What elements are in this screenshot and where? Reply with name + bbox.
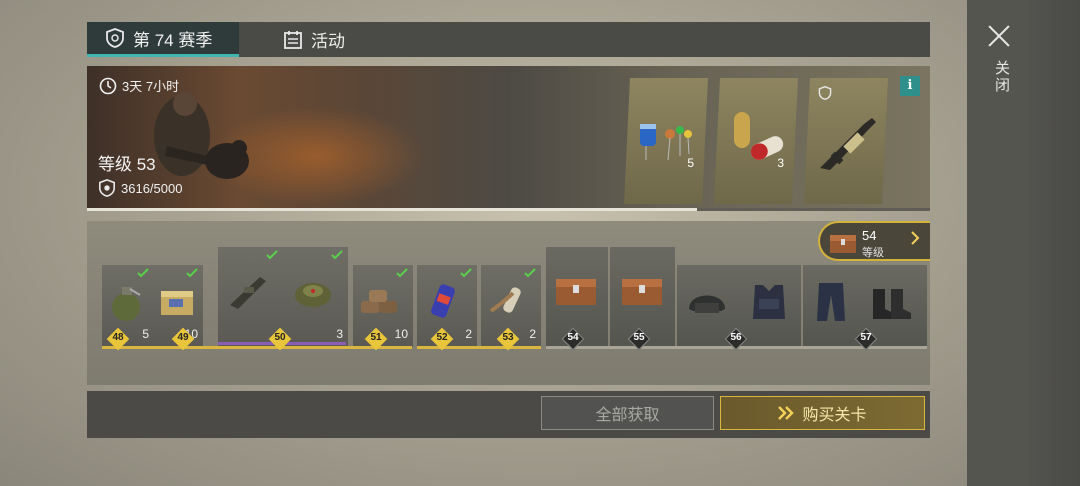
tactical-vest-icon [753, 285, 785, 319]
reward-qty: 3 [777, 156, 784, 170]
clock-icon [99, 77, 117, 94]
reward-track: 54 等级 5 10 3 10 2 2 48 49 50 51 52 53 54… [87, 221, 930, 385]
check-icon [266, 250, 278, 260]
check-icon [331, 250, 343, 260]
level-marker: 54 [561, 327, 585, 351]
footer-bar: 全部获取 购买关卡 [87, 391, 930, 438]
tab-season-label: 第 74 赛季 [133, 30, 213, 50]
tab-activity[interactable]: 活动 [283, 22, 345, 57]
next-level-number: 54 [862, 228, 877, 243]
item-qty: 2 [465, 327, 472, 341]
banner-reward-card[interactable] [804, 78, 888, 204]
season-banner: 3天 7小时 等级 53 3616/5000 5 3 i [87, 66, 930, 210]
grenade-launcher-icon [230, 277, 266, 309]
loot-chest-icon [622, 279, 662, 305]
pants-icon [817, 283, 845, 321]
next-level-badge[interactable]: 54 等级 [818, 221, 930, 261]
xp-progress: 3616/5000 [98, 179, 182, 197]
chevron-right-icon [911, 231, 920, 245]
tab-activity-label: 活动 [311, 32, 345, 51]
next-level-label: 等级 [862, 247, 884, 259]
helmet-icon [689, 295, 725, 313]
season-shield-icon [106, 28, 124, 48]
calendar-icon [284, 30, 302, 49]
grenade-icon [112, 287, 141, 321]
tier-stripe-gold [102, 346, 412, 349]
xp-bar-fill [87, 208, 697, 211]
item-qty: 10 [394, 327, 408, 341]
level-marker: 57 [854, 327, 878, 351]
loot-chest-icon [556, 279, 596, 305]
boots-icon [873, 289, 911, 319]
check-icon [524, 268, 536, 278]
level-marker: 52 [430, 327, 454, 351]
loot-chest-icon [830, 235, 856, 253]
season-timer: 3天 7小时 [99, 76, 179, 95]
banner-reward-card[interactable]: 5 [624, 78, 708, 204]
xp-shield-icon [98, 179, 116, 197]
item-qty: 3 [336, 327, 343, 341]
ammo-crate-icon [161, 291, 193, 315]
check-icon [396, 268, 408, 278]
check-icon [460, 268, 472, 278]
close-icon[interactable] [985, 22, 1013, 50]
level-marker: 49 [171, 327, 195, 351]
xp-bar [87, 208, 930, 211]
buy-levels-button[interactable]: 购买关卡 [720, 396, 925, 430]
sandbags-icon [361, 290, 397, 313]
right-rail [967, 0, 1080, 486]
level-marker: 55 [627, 327, 651, 351]
current-level: 等级 53 [98, 155, 156, 174]
level-marker: 53 [496, 327, 520, 351]
shield-rarity-icon [818, 86, 832, 100]
xp-text: 3616/5000 [121, 180, 183, 196]
energy-drink-icon [431, 284, 455, 318]
double-chevron-icon [778, 406, 795, 420]
item-qty: 5 [142, 327, 149, 341]
reward-qty: 5 [687, 156, 694, 170]
battle-pass-panel: 第 74 赛季 活动 3天 7小时 等级 53 3616/5000 5 3 i … [87, 22, 930, 438]
assault-rifle-icon [812, 108, 882, 178]
level-marker: 48 [106, 327, 130, 351]
check-icon [186, 268, 198, 278]
tab-season[interactable]: 第 74 赛季 [87, 22, 239, 57]
landmine-icon [295, 283, 331, 307]
claim-all-button[interactable]: 全部获取 [541, 396, 714, 430]
banner-reward-card[interactable]: 3 [714, 78, 798, 204]
level-marker: 50 [268, 327, 292, 351]
timer-text: 3天 7小时 [122, 79, 180, 94]
close-button[interactable]: 关闭 [985, 22, 1013, 102]
check-icon [137, 268, 149, 278]
info-button[interactable]: i [900, 76, 920, 96]
bandage-icon [489, 287, 521, 313]
buy-levels-label: 购买关卡 [802, 407, 867, 424]
tab-bar: 第 74 赛季 活动 [87, 22, 930, 57]
close-label: 关闭 [993, 60, 1010, 94]
level-marker: 51 [364, 327, 388, 351]
reward-item[interactable]: 3 [283, 247, 348, 347]
item-qty: 2 [529, 327, 536, 341]
level-marker: 56 [724, 327, 748, 351]
